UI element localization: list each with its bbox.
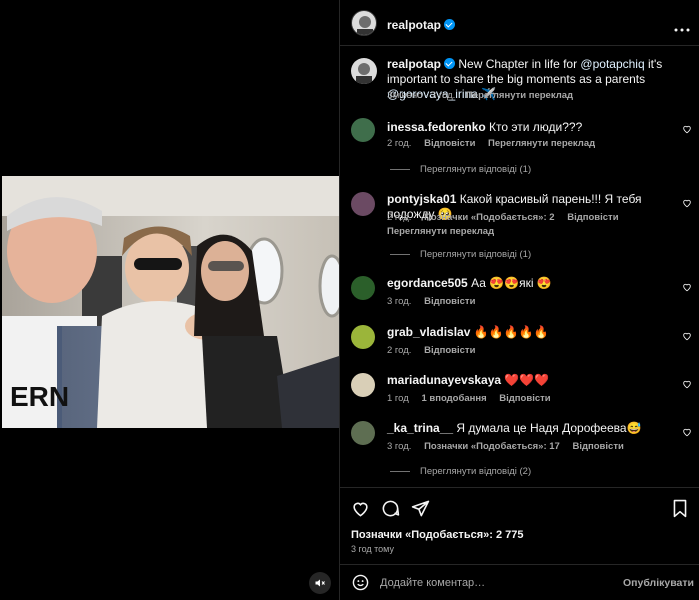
comment-time: 2 год. (387, 212, 412, 223)
see-translation-link[interactable]: Переглянути переклад (387, 226, 494, 237)
comment-time: 2 год. (387, 345, 412, 356)
post-likes-count[interactable]: Позначки «Подобається»: 2 775 (351, 528, 523, 543)
comment-text: Аа 😍😍які 😍 (471, 276, 552, 290)
comment-text: 🔥🔥🔥🔥🔥 (473, 325, 549, 339)
comment-like-icon[interactable] (682, 379, 692, 389)
comment-input[interactable] (380, 574, 600, 592)
verified-badge-icon (444, 19, 456, 30)
verified-badge-icon (444, 58, 456, 69)
comment-username[interactable]: grab_vladislav (387, 325, 470, 339)
more-horizontal-icon (674, 28, 690, 32)
comment-like-icon[interactable] (682, 282, 692, 292)
heart-icon[interactable] (351, 499, 370, 518)
comment-likes-count[interactable]: Позначки «Подобається»: 2 (424, 212, 554, 223)
comment-like-icon[interactable] (682, 427, 692, 437)
post-action-bar (340, 487, 699, 527)
comment-text: Я думала це Надя Дорофеева😅 (456, 421, 642, 435)
reply-button[interactable]: Відповісти (424, 296, 475, 307)
commenter-avatar[interactable] (351, 118, 375, 142)
comment-text: ❤️❤️❤️ (504, 373, 550, 387)
reply-button[interactable]: Відповісти (424, 345, 475, 356)
post-time: 3 год тому (351, 544, 394, 554)
view-replies-button[interactable]: Переглянути відповіді (2) (390, 466, 531, 477)
author-username[interactable]: realpotap (387, 18, 441, 32)
comment-time: 1 год (387, 393, 409, 404)
comment-time: 3 год. (387, 296, 412, 307)
add-comment-bar: Опублікувати (340, 564, 699, 600)
author-avatar[interactable] (351, 58, 377, 84)
more-options-button[interactable] (674, 20, 690, 32)
see-translation-link[interactable]: Переглянути переклад (488, 138, 595, 149)
commenter-avatar[interactable] (351, 373, 375, 397)
comment-like-icon[interactable] (682, 331, 692, 341)
reply-button[interactable]: Відповісти (567, 212, 618, 223)
speaker-muted-icon (315, 579, 325, 587)
post-photo[interactable]: ERN (2, 176, 339, 428)
view-replies-button[interactable]: Переглянути відповіді (1) (390, 164, 531, 175)
commenter-avatar[interactable] (351, 421, 375, 445)
commenter-avatar[interactable] (351, 192, 375, 216)
view-replies-button[interactable]: Переглянути відповіді (1) (390, 249, 531, 260)
commenter-avatar[interactable] (351, 276, 375, 300)
comment-likes-count[interactable]: Позначки «Подобається»: 17 (424, 441, 560, 452)
caption-mention[interactable]: @potapchiq (580, 57, 644, 71)
publish-button[interactable]: Опублікувати (623, 577, 694, 589)
see-translation-link[interactable]: Переглянути переклад (466, 90, 573, 101)
comment-text: Кто эти люди??? (489, 120, 583, 134)
author-name-row: realpotap (387, 16, 456, 34)
comment-time: 3 год. (387, 441, 412, 452)
post-header: realpotap (340, 0, 699, 46)
post-details-panel: realpotap realpotap New Chapter in life … (339, 0, 699, 600)
mute-button[interactable] (309, 572, 331, 594)
caption-meta: Змінено · 3 год. Переглянути переклад (387, 90, 573, 101)
reply-button[interactable]: Відповісти (572, 441, 623, 452)
send-icon[interactable] (411, 499, 430, 518)
bookmark-icon[interactable] (672, 499, 688, 518)
emoji-icon[interactable] (352, 574, 369, 591)
comment-username[interactable]: egordance505 (387, 276, 468, 290)
post-media: ERN (0, 0, 339, 600)
caption-edited-time: Змінено · 3 год. (387, 90, 456, 101)
comment-username[interactable]: pontyjska01 (387, 192, 456, 206)
comment-time: 2 год. (387, 138, 412, 149)
svg-text:ERN: ERN (10, 381, 69, 412)
comment-likes-count[interactable]: 1 вподобання (421, 393, 486, 404)
comment-like-icon[interactable] (682, 198, 692, 208)
comment-username[interactable]: _ka_trina__ (387, 421, 453, 435)
reply-button[interactable]: Відповісти (499, 393, 550, 404)
comment-username[interactable]: mariadunayevskaya (387, 373, 501, 387)
author-avatar[interactable] (351, 10, 377, 36)
commenter-avatar[interactable] (351, 325, 375, 349)
comment-username[interactable]: inessa.fedorenko (387, 120, 486, 134)
caption-text-1: New Chapter in life for (458, 57, 578, 71)
caption-username[interactable]: realpotap (387, 57, 441, 71)
comment-like-icon[interactable] (682, 124, 692, 134)
comment-icon[interactable] (381, 499, 400, 518)
reply-button[interactable]: Відповісти (424, 138, 475, 149)
